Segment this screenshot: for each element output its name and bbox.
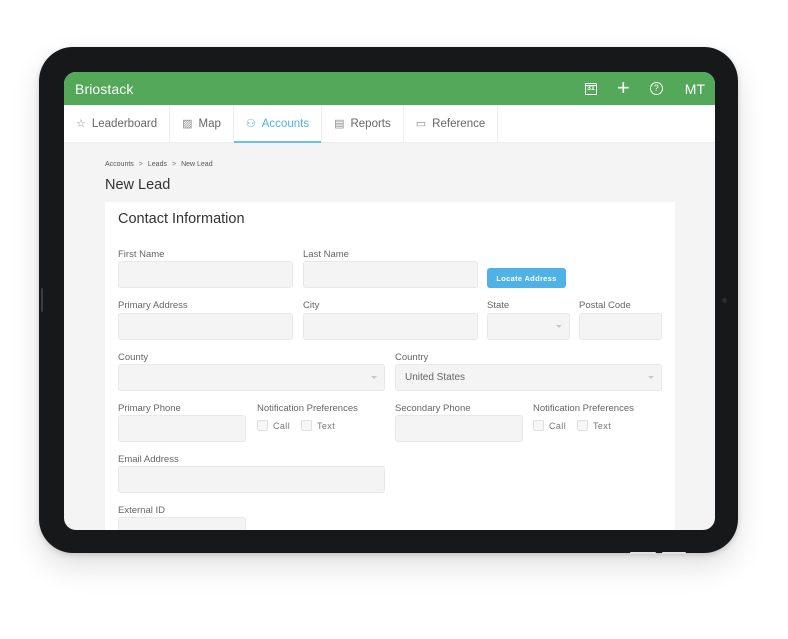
state-select[interactable] bbox=[487, 313, 570, 340]
app-title: Briostack bbox=[75, 80, 134, 97]
tab-reference[interactable]: ▭ Reference bbox=[404, 105, 499, 142]
country-select[interactable]: United States bbox=[395, 364, 662, 391]
checkbox-label: Text bbox=[593, 420, 612, 431]
secondary-call-checkbox[interactable]: Call bbox=[533, 420, 566, 431]
checkbox-box[interactable] bbox=[577, 420, 588, 431]
tab-label: Map bbox=[198, 117, 221, 130]
user-avatar[interactable]: MT bbox=[685, 81, 705, 97]
notification-preferences-label: Notification Preferences bbox=[257, 403, 358, 414]
city-label: City bbox=[303, 300, 320, 311]
tablet-bottom-button bbox=[630, 552, 656, 554]
postal-code-input[interactable] bbox=[579, 313, 662, 340]
section-title: Contact Information bbox=[118, 211, 245, 227]
breadcrumb-accounts[interactable]: Accounts bbox=[105, 161, 134, 168]
star-icon: ☆ bbox=[76, 118, 86, 130]
chevron-down-icon bbox=[648, 376, 654, 379]
tab-accounts[interactable]: ⚇ Accounts bbox=[233, 105, 323, 143]
notification-preferences-label: Notification Preferences bbox=[533, 403, 634, 414]
external-id-label: External ID bbox=[118, 505, 165, 516]
primary-text-checkbox[interactable]: Text bbox=[301, 420, 335, 431]
checkbox-label: Call bbox=[549, 420, 567, 431]
checkbox-label: Call bbox=[273, 420, 291, 431]
checkbox-box[interactable] bbox=[301, 420, 312, 431]
tablet-bottom-button bbox=[662, 552, 686, 554]
page-title: New Lead bbox=[105, 177, 171, 193]
chevron-down-icon bbox=[556, 325, 562, 328]
breadcrumb-leads[interactable]: Leads bbox=[148, 161, 167, 168]
chevron-down-icon bbox=[371, 376, 377, 379]
plus-icon: + bbox=[616, 74, 630, 100]
country-label: Country bbox=[395, 352, 429, 363]
secondary-phone-input[interactable] bbox=[395, 415, 523, 442]
primary-phone-input[interactable] bbox=[118, 415, 246, 442]
clipboard-icon: ▤ bbox=[334, 118, 345, 130]
tab-label: Reference bbox=[432, 117, 486, 130]
tab-leaderboard[interactable]: ☆ Leaderboard bbox=[64, 105, 171, 142]
calendar-button[interactable]: 31 bbox=[584, 82, 597, 95]
calendar-icon: 31 bbox=[584, 82, 597, 95]
state-label: State bbox=[487, 300, 510, 311]
city-input[interactable] bbox=[303, 313, 478, 340]
tab-map[interactable]: ▨ Map bbox=[170, 105, 234, 142]
nav-tabs: ☆ Leaderboard ▨ Map ⚇ Accounts ▤ Reports… bbox=[64, 105, 715, 143]
primary-address-label: Primary Address bbox=[118, 300, 188, 311]
tablet-side-button bbox=[41, 288, 43, 312]
contact-information-card: Contact Information First Name Last Name… bbox=[105, 202, 675, 530]
checkbox-box[interactable] bbox=[257, 420, 268, 431]
breadcrumb-current: New Lead bbox=[181, 161, 213, 168]
main-content: Accounts > Leads > New Lead New Lead Con… bbox=[64, 143, 715, 530]
first-name-label: First Name bbox=[118, 249, 165, 260]
primary-phone-label: Primary Phone bbox=[118, 403, 181, 414]
breadcrumb-separator: > bbox=[171, 161, 177, 168]
checkbox-box[interactable] bbox=[533, 420, 544, 431]
last-name-input[interactable] bbox=[303, 261, 478, 288]
folder-icon: ▭ bbox=[415, 118, 427, 130]
email-input[interactable] bbox=[118, 466, 385, 493]
tab-label: Leaderboard bbox=[91, 117, 158, 130]
email-label: Email Address bbox=[118, 454, 179, 465]
tab-reports[interactable]: ▤ Reports bbox=[322, 105, 404, 142]
map-icon: ▨ bbox=[182, 118, 193, 130]
users-icon: ⚇ bbox=[245, 118, 256, 130]
help-icon: ? bbox=[649, 82, 663, 95]
country-value: United States bbox=[405, 372, 466, 383]
tab-label: Reports bbox=[350, 117, 391, 130]
secondary-phone-label: Secondary Phone bbox=[395, 403, 471, 414]
primary-address-input[interactable] bbox=[118, 313, 293, 340]
tab-label: Accounts bbox=[261, 117, 310, 130]
top-bar-actions: 31 + ? MT bbox=[565, 74, 705, 100]
last-name-label: Last Name bbox=[303, 249, 349, 260]
external-id-input[interactable] bbox=[118, 517, 246, 530]
breadcrumb-separator: > bbox=[138, 161, 143, 168]
tablet-camera bbox=[722, 298, 727, 303]
breadcrumb: Accounts > Leads > New Lead bbox=[105, 161, 674, 168]
first-name-input[interactable] bbox=[118, 261, 293, 288]
help-button[interactable]: ? bbox=[649, 82, 663, 95]
primary-call-checkbox[interactable]: Call bbox=[257, 420, 290, 431]
locate-address-button[interactable]: Locate Address bbox=[487, 268, 566, 288]
secondary-text-checkbox[interactable]: Text bbox=[577, 420, 611, 431]
county-select[interactable] bbox=[118, 364, 385, 391]
add-button[interactable]: + bbox=[616, 74, 630, 100]
checkbox-label: Text bbox=[317, 420, 336, 431]
top-bar: Briostack 31 + ? MT bbox=[64, 72, 715, 105]
postal-code-label: Postal Code bbox=[579, 300, 631, 311]
county-label: County bbox=[118, 352, 149, 363]
app-screen: Briostack 31 + ? MT ☆ Leaderboard ▨ Map … bbox=[64, 72, 715, 530]
